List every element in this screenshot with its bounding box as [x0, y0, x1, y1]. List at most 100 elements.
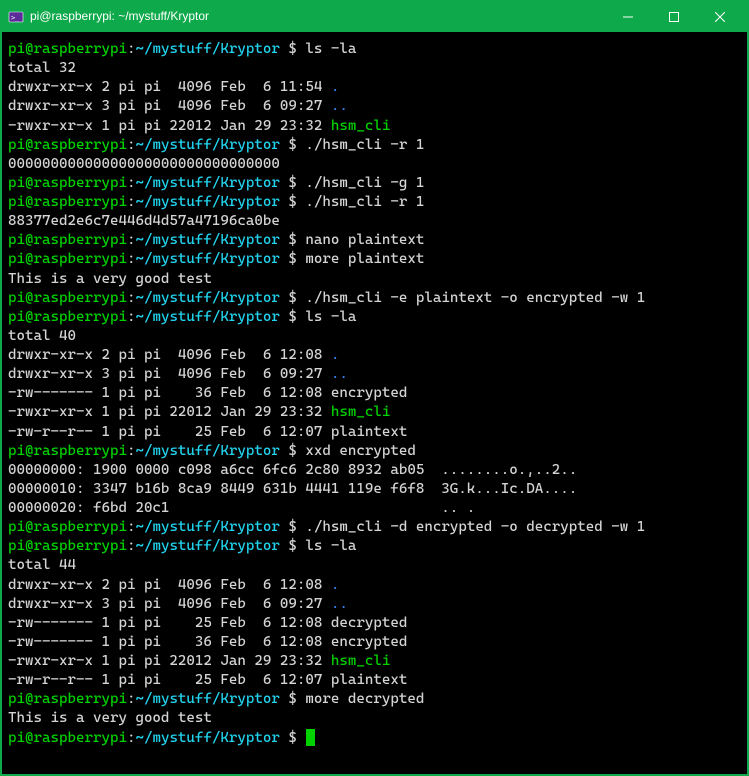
- prompt-end: $: [280, 290, 306, 306]
- maximize-button[interactable]: [651, 2, 697, 32]
- shell-prompt: pi@raspberrypi:~/mystuff/Kryptor $: [8, 443, 305, 459]
- prompt-userhost: pi@raspberrypi: [8, 309, 127, 325]
- ls-perm: drwxr-xr-x 2 pi pi 4096 Feb 6 12:08: [8, 347, 331, 363]
- prompt-end: $: [280, 519, 306, 535]
- shell-prompt: pi@raspberrypi:~/mystuff/Kryptor $: [8, 290, 305, 306]
- ls-perm: -rwxr-xr-x 1 pi pi 22012 Jan 29 23:32: [8, 118, 331, 134]
- prompt-userhost: pi@raspberrypi: [8, 443, 127, 459]
- command-text: nano plaintext: [305, 232, 424, 248]
- ls-filename: ..: [331, 596, 348, 612]
- maximize-icon: [669, 12, 679, 22]
- ls-filename: ..: [331, 366, 348, 382]
- prompt-end: $: [280, 41, 306, 57]
- terminal-line: total 32: [8, 59, 741, 78]
- shell-prompt: pi@raspberrypi:~/mystuff/Kryptor $: [8, 232, 305, 248]
- shell-prompt: pi@raspberrypi:~/mystuff/Kryptor $: [8, 251, 305, 267]
- terminal-line: pi@raspberrypi:~/mystuff/Kryptor $: [8, 729, 741, 748]
- terminal-line: pi@raspberrypi:~/mystuff/Kryptor $ ls -l…: [8, 537, 741, 556]
- ls-filename: ..: [331, 98, 348, 114]
- command-text: ls -la: [305, 538, 356, 554]
- prompt-end: $: [280, 251, 306, 267]
- prompt-end: $: [280, 137, 306, 153]
- prompt-userhost: pi@raspberrypi: [8, 232, 127, 248]
- prompt-userhost: pi@raspberrypi: [8, 41, 127, 57]
- ls-filename: hsm_cli: [331, 118, 390, 134]
- ls-perm: drwxr-xr-x 2 pi pi 4096 Feb 6 11:54: [8, 79, 331, 95]
- shell-prompt: pi@raspberrypi:~/mystuff/Kryptor $: [8, 194, 305, 210]
- prompt-userhost: pi@raspberrypi: [8, 730, 127, 746]
- ls-filename: .: [331, 347, 340, 363]
- terminal-line: pi@raspberrypi:~/mystuff/Kryptor $ ls -l…: [8, 308, 741, 327]
- output-text: 00000000000000000000000000000000: [8, 156, 280, 172]
- ls-filename: hsm_cli: [331, 653, 390, 669]
- minimize-button[interactable]: [605, 2, 651, 32]
- output-text: This is a very good test: [8, 271, 212, 287]
- shell-prompt: pi@raspberrypi:~/mystuff/Kryptor $: [8, 41, 305, 57]
- prompt-userhost: pi@raspberrypi: [8, 290, 127, 306]
- command-text: ./hsm_cli -e plaintext -o encrypted -w 1: [305, 290, 645, 306]
- ls-perm: -rw------- 1 pi pi 36 Feb 6 12:08: [8, 385, 331, 401]
- prompt-userhost: pi@raspberrypi: [8, 538, 127, 554]
- prompt-path: ~/mystuff/Kryptor: [135, 175, 279, 191]
- prompt-end: $: [280, 443, 306, 459]
- prompt-end: $: [280, 194, 306, 210]
- prompt-userhost: pi@raspberrypi: [8, 194, 127, 210]
- shell-prompt: pi@raspberrypi:~/mystuff/Kryptor $: [8, 175, 305, 191]
- prompt-path: ~/mystuff/Kryptor: [135, 730, 279, 746]
- terminal-body[interactable]: pi@raspberrypi:~/mystuff/Kryptor $ ls -l…: [2, 32, 747, 774]
- output-text: total 40: [8, 328, 76, 344]
- ls-filename: decrypted: [331, 615, 407, 631]
- terminal-line: This is a very good test: [8, 270, 741, 289]
- terminal-line: pi@raspberrypi:~/mystuff/Kryptor $ ./hsm…: [8, 289, 741, 308]
- output-text: total 32: [8, 60, 76, 76]
- terminal-line: This is a very good test: [8, 709, 741, 728]
- terminal-line: -rw------- 1 pi pi 25 Feb 6 12:08 decryp…: [8, 614, 741, 633]
- terminal-line: drwxr-xr-x 2 pi pi 4096 Feb 6 12:08 .: [8, 576, 741, 595]
- prompt-end: $: [280, 309, 306, 325]
- command-text: xxd encrypted: [305, 443, 415, 459]
- command-text: ./hsm_cli -r 1: [305, 194, 424, 210]
- close-button[interactable]: [697, 2, 743, 32]
- command-text: ./hsm_cli -g 1: [305, 175, 424, 191]
- prompt-userhost: pi@raspberrypi: [8, 691, 127, 707]
- terminal-line: drwxr-xr-x 3 pi pi 4096 Feb 6 09:27 ..: [8, 97, 741, 116]
- terminal-line: -rw-r--r-- 1 pi pi 25 Feb 6 12:07 plaint…: [8, 423, 741, 442]
- titlebar[interactable]: >_ pi@raspberrypi: ~/mystuff/Kryptor: [2, 2, 747, 32]
- ls-perm: drwxr-xr-x 3 pi pi 4096 Feb 6 09:27: [8, 596, 331, 612]
- shell-prompt: pi@raspberrypi:~/mystuff/Kryptor $: [8, 519, 305, 535]
- prompt-path: ~/mystuff/Kryptor: [135, 251, 279, 267]
- prompt-end: $: [280, 538, 306, 554]
- prompt-end: $: [280, 730, 306, 746]
- ls-perm: drwxr-xr-x 2 pi pi 4096 Feb 6 12:08: [8, 577, 331, 593]
- command-text: ls -la: [305, 41, 356, 57]
- command-text: ./hsm_cli -d encrypted -o decrypted -w 1: [305, 519, 645, 535]
- ls-perm: drwxr-xr-x 3 pi pi 4096 Feb 6 09:27: [8, 366, 331, 382]
- prompt-path: ~/mystuff/Kryptor: [135, 137, 279, 153]
- command-text: ls -la: [305, 309, 356, 325]
- output-text: This is a very good test: [8, 710, 212, 726]
- terminal-line: -rw------- 1 pi pi 36 Feb 6 12:08 encryp…: [8, 384, 741, 403]
- cursor: [306, 729, 315, 746]
- ls-perm: drwxr-xr-x 3 pi pi 4096 Feb 6 09:27: [8, 98, 331, 114]
- terminal-line: pi@raspberrypi:~/mystuff/Kryptor $ xxd e…: [8, 442, 741, 461]
- output-text: 00000020: f6bd 20c1 .. .: [8, 500, 475, 516]
- output-text: 00000010: 3347 b16b 8ca9 8449 631b 4441 …: [8, 481, 577, 497]
- svg-text:>_: >_: [11, 14, 20, 22]
- terminal-line: 00000000000000000000000000000000: [8, 155, 741, 174]
- terminal-line: 00000000: 1900 0000 c098 a6cc 6fc6 2c80 …: [8, 461, 741, 480]
- shell-prompt: pi@raspberrypi:~/mystuff/Kryptor $: [8, 309, 305, 325]
- prompt-userhost: pi@raspberrypi: [8, 519, 127, 535]
- terminal-line: -rw------- 1 pi pi 36 Feb 6 12:08 encryp…: [8, 633, 741, 652]
- ls-filename: .: [331, 79, 340, 95]
- minimize-icon: [623, 12, 633, 22]
- terminal-line: -rwxr-xr-x 1 pi pi 22012 Jan 29 23:32 hs…: [8, 652, 741, 671]
- terminal-line: pi@raspberrypi:~/mystuff/Kryptor $ ./hsm…: [8, 136, 741, 155]
- prompt-path: ~/mystuff/Kryptor: [135, 691, 279, 707]
- terminal-line: drwxr-xr-x 2 pi pi 4096 Feb 6 11:54 .: [8, 78, 741, 97]
- ls-filename: encrypted: [331, 634, 407, 650]
- prompt-end: $: [280, 691, 306, 707]
- ls-perm: -rwxr-xr-x 1 pi pi 22012 Jan 29 23:32: [8, 404, 331, 420]
- terminal-line: pi@raspberrypi:~/mystuff/Kryptor $ ls -l…: [8, 40, 741, 59]
- prompt-userhost: pi@raspberrypi: [8, 175, 127, 191]
- ls-perm: -rw------- 1 pi pi 25 Feb 6 12:08: [8, 615, 331, 631]
